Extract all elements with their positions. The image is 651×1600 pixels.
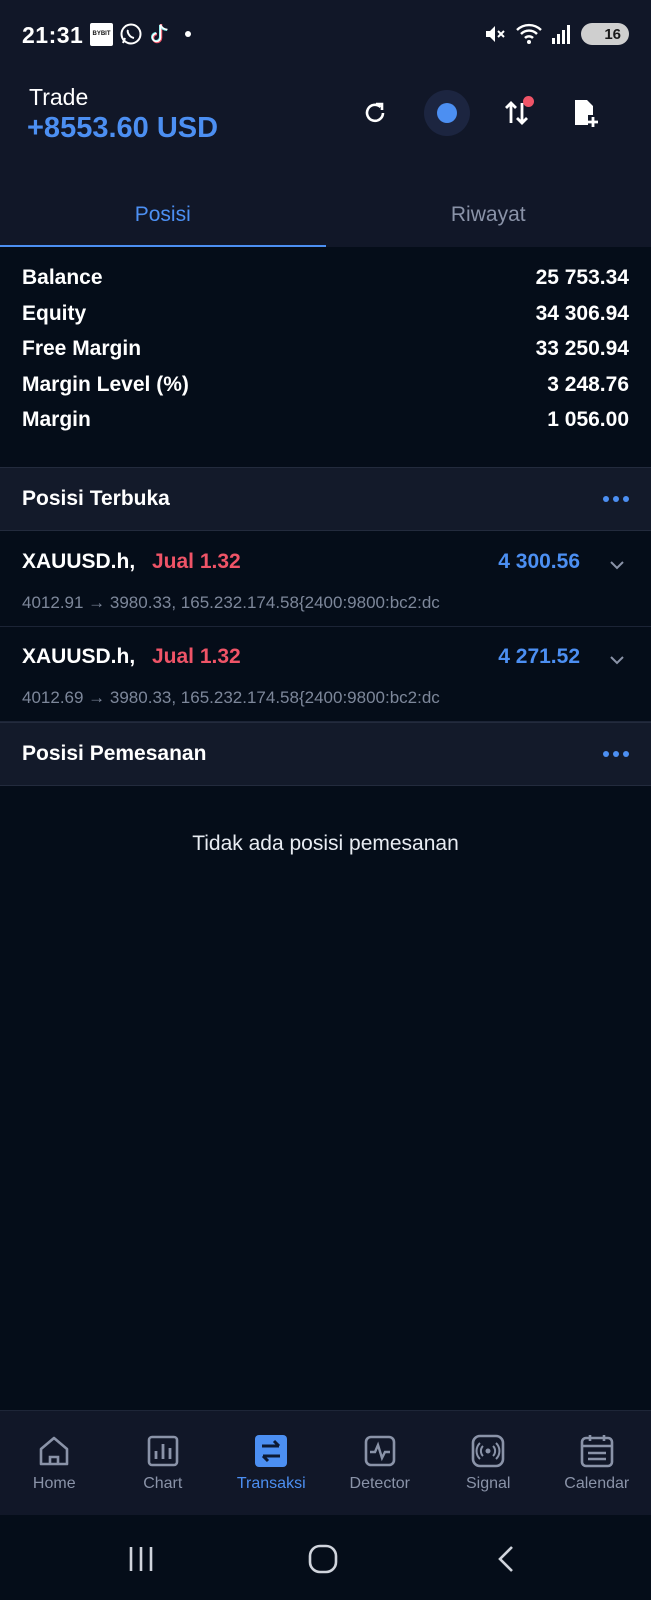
add-file-icon [575, 100, 598, 127]
summary-row-balance: Balance 25 753.34 [22, 266, 629, 302]
position-detail: 4012.91 → 3980.33, 165.232.174.58{2400:9… [22, 593, 440, 612]
tab-bar: Posisi Riwayat [0, 182, 651, 247]
more-dot [613, 496, 619, 502]
bybit-icon: BYBIT [90, 22, 113, 46]
notification-dot [523, 96, 534, 107]
chart-icon [147, 1435, 179, 1467]
back-button[interactable] [486, 1543, 526, 1575]
more-dot [603, 496, 609, 502]
recent-apps-icon [129, 1547, 153, 1571]
balance-label: Balance [22, 266, 103, 289]
notification-icons: BYBIT [90, 22, 191, 46]
nav-chart-label: Chart [143, 1475, 183, 1492]
transaction-icon [255, 1435, 288, 1467]
chevron-down-icon[interactable] [609, 560, 625, 570]
margin-value: 1 056.00 [547, 408, 629, 431]
battery-level: 16 [604, 25, 621, 43]
status-time: 21:31 [22, 22, 84, 48]
more-dot [613, 751, 619, 757]
pending-orders-title: Posisi Pemesanan [22, 742, 207, 765]
record-icon [437, 103, 457, 123]
empty-pending-message: Tidak ada posisi pemesanan [192, 832, 459, 855]
position-side: Jual 1.32 [152, 645, 241, 668]
equity-value: 34 306.94 [535, 301, 629, 325]
tab-posisi[interactable]: Posisi [0, 182, 326, 247]
floating-profit: +8553.60 USD [27, 112, 219, 144]
position-row[interactable]: XAUUSD.h, Jual 1.32 4 271.52 4012.69 → 3… [0, 627, 651, 722]
margin-label: Margin [22, 408, 91, 431]
page-title: Trade [29, 84, 89, 110]
home-circle-icon [308, 1544, 338, 1574]
back-icon [498, 1546, 513, 1572]
summary-row-margin: Margin 1 056.00 [22, 408, 629, 444]
new-order-button[interactable] [563, 90, 609, 136]
screen: 21:31 BYBIT 16 Trade +8553.60 USD Posisi… [0, 0, 651, 1600]
nav-detector[interactable]: Detector [326, 1411, 435, 1515]
nav-detector-label: Detector [349, 1475, 410, 1492]
detector-icon [364, 1435, 396, 1467]
signal-broadcast-icon [471, 1434, 505, 1468]
pending-orders-header: Posisi Pemesanan [0, 722, 651, 786]
margin-level-label: Margin Level (%) [22, 372, 189, 396]
status-bar: 21:31 BYBIT 16 [0, 0, 651, 72]
bottom-navigation: Home Chart Transaksi Detector Signal Cal… [0, 1410, 651, 1515]
more-dot [623, 496, 629, 502]
more-notifications-dot [185, 31, 191, 37]
equity-label: Equity [22, 301, 87, 325]
home-system-button[interactable] [303, 1543, 343, 1575]
whatsapp-icon [120, 23, 142, 45]
nav-home[interactable]: Home [0, 1411, 109, 1515]
open-positions-header: Posisi Terbuka [0, 467, 651, 531]
tab-riwayat-label: Riwayat [450, 202, 526, 226]
recent-apps-button[interactable] [121, 1543, 161, 1575]
more-dot [623, 751, 629, 757]
sort-button[interactable] [494, 90, 540, 136]
nav-signal[interactable]: Signal [434, 1411, 543, 1515]
pending-orders-more-button[interactable] [603, 751, 629, 757]
record-button[interactable] [424, 90, 470, 136]
free-margin-value: 33 250.94 [535, 337, 629, 360]
home-icon [39, 1436, 69, 1466]
nav-signal-label: Signal [466, 1475, 511, 1492]
calendar-icon [580, 1435, 614, 1468]
position-symbol: XAUUSD.h, [22, 645, 136, 668]
system-status-icons: 16 [483, 22, 629, 46]
position-side: Jual 1.32 [152, 550, 241, 573]
position-symbol: XAUUSD.h, [22, 550, 136, 573]
nav-calendar[interactable]: Calendar [543, 1411, 651, 1515]
nav-transaksi[interactable]: Transaksi [217, 1411, 326, 1515]
balance-value: 25 753.34 [535, 266, 629, 289]
nav-home-label: Home [32, 1475, 76, 1492]
position-profit: 4 271.52 [498, 645, 580, 668]
wifi-icon [516, 23, 542, 44]
margin-level-value: 3 248.76 [547, 372, 629, 396]
mute-icon [486, 26, 505, 42]
nav-chart[interactable]: Chart [109, 1411, 218, 1515]
nav-calendar-label: Calendar [564, 1475, 630, 1492]
summary-row-margin-level: Margin Level (%) 3 248.76 [22, 373, 629, 409]
nav-transaksi-label: Transaksi [236, 1475, 306, 1492]
tab-posisi-label: Posisi [134, 202, 191, 226]
summary-row-equity: Equity 34 306.94 [22, 302, 629, 338]
signal-icon [552, 25, 570, 44]
more-dot [603, 751, 609, 757]
battery-indicator: 16 [581, 23, 629, 45]
refresh-icon [365, 102, 385, 123]
summary-row-free-margin: Free Margin 33 250.94 [22, 337, 629, 373]
system-navigation-bar [0, 1515, 651, 1600]
chevron-down-icon[interactable] [609, 655, 625, 665]
open-positions-more-button[interactable] [603, 496, 629, 502]
refresh-button[interactable] [352, 90, 398, 136]
position-profit: 4 300.56 [498, 550, 580, 573]
position-detail: 4012.69 → 3980.33, 165.232.174.58{2400:9… [22, 688, 440, 707]
open-positions-title: Posisi Terbuka [22, 487, 170, 510]
tiktok-icon [151, 24, 168, 44]
app-header: Trade +8553.60 USD Posisi Riwayat [0, 72, 651, 247]
free-margin-label: Free Margin [22, 337, 142, 360]
tab-riwayat[interactable]: Riwayat [326, 182, 651, 247]
account-summary: Balance 25 753.34 Equity 34 306.94 Free … [0, 247, 651, 467]
position-row[interactable]: XAUUSD.h, Jual 1.32 4 300.56 4012.91 → 3… [0, 532, 651, 627]
